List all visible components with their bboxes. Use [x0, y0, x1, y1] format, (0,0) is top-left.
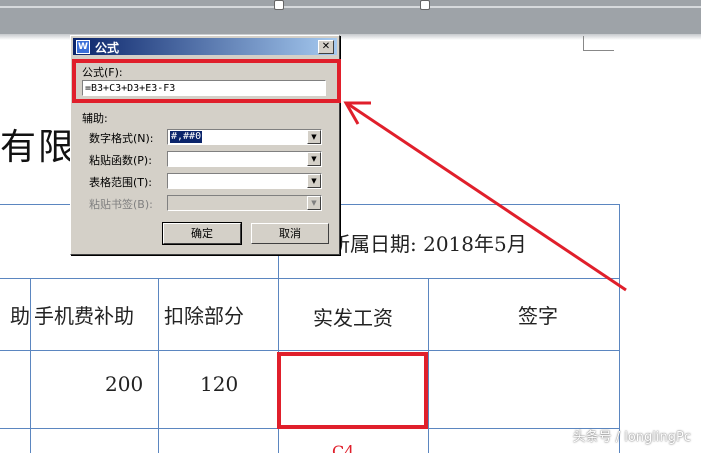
table-range-select[interactable]: ▼ [167, 173, 322, 189]
wps-app-icon: W [76, 40, 90, 54]
paste-function-label: 粘贴函数(P): [89, 154, 152, 167]
dialog-title: 公式 [95, 41, 120, 55]
chevron-down-icon[interactable]: ▼ [307, 174, 321, 188]
number-format-label: 数字格式(N): [89, 132, 154, 145]
number-format-value: #,##0 [170, 131, 203, 143]
dialog-titlebar[interactable]: W 公式 ✕ [73, 38, 337, 55]
paste-bookmark-select: ▼ [167, 195, 322, 211]
ok-button[interactable]: 确定 [162, 222, 242, 245]
chevron-down-icon: ▼ [307, 196, 321, 210]
chevron-down-icon[interactable]: ▼ [307, 130, 321, 144]
aux-label: 辅助: [82, 112, 108, 125]
formula-field-highlight [72, 59, 341, 103]
paste-bookmark-label: 粘贴书签(B): [89, 198, 153, 211]
number-format-select[interactable]: #,##0 ▼ [167, 129, 322, 145]
close-button[interactable]: ✕ [318, 40, 334, 54]
chevron-down-icon[interactable]: ▼ [307, 152, 321, 166]
watermark-text: 头条号 / longlingPc [572, 430, 691, 445]
cancel-button[interactable]: 取消 [251, 223, 329, 244]
paste-function-select[interactable]: ▼ [167, 151, 322, 167]
table-range-label: 表格范围(T): [89, 176, 153, 189]
